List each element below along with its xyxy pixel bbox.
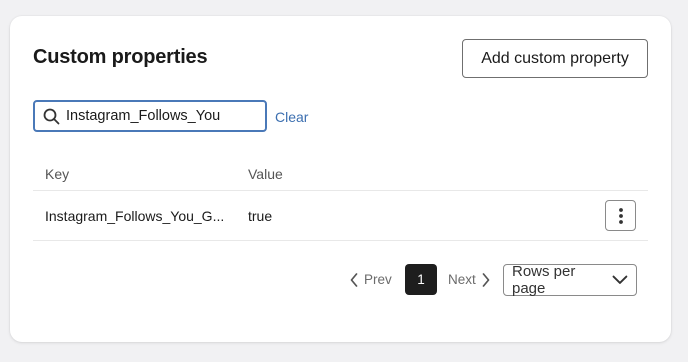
more-vertical-icon bbox=[618, 207, 623, 224]
custom-properties-card: Custom properties Add custom property Cl… bbox=[10, 16, 671, 342]
column-header-key: Key bbox=[45, 166, 70, 182]
column-header-value: Value bbox=[248, 166, 283, 182]
clear-link[interactable]: Clear bbox=[275, 109, 308, 125]
rows-per-page-select[interactable]: Rows per page bbox=[503, 263, 637, 297]
header-divider bbox=[33, 190, 648, 191]
prev-page-button[interactable]: Prev bbox=[350, 272, 392, 287]
next-page-button[interactable]: Next bbox=[448, 272, 490, 287]
add-custom-property-button[interactable]: Add custom property bbox=[462, 39, 648, 78]
rows-per-page-label: Rows per page bbox=[512, 263, 576, 297]
row-actions-button[interactable] bbox=[605, 200, 636, 231]
search-field[interactable] bbox=[33, 100, 267, 132]
chevron-down-icon bbox=[612, 275, 628, 284]
page-1-button[interactable]: 1 bbox=[405, 264, 437, 295]
row-key-cell: Instagram_Follows_You_G... bbox=[45, 208, 225, 224]
row-divider bbox=[33, 240, 648, 241]
search-icon bbox=[43, 108, 60, 124]
row-value-cell: true bbox=[248, 208, 273, 224]
prev-label: Prev bbox=[364, 272, 392, 287]
page-title: Custom properties bbox=[33, 46, 208, 68]
search-input[interactable] bbox=[66, 108, 256, 124]
chevron-right-icon bbox=[482, 272, 490, 287]
chevron-left-icon bbox=[350, 272, 358, 287]
next-label: Next bbox=[448, 272, 476, 287]
